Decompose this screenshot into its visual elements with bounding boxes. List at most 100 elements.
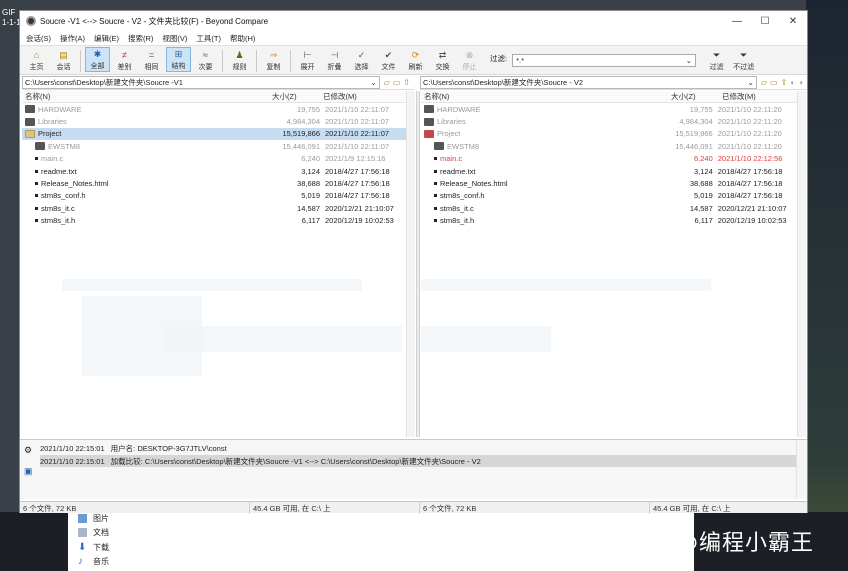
- filter-input[interactable]: *.* ⌄: [512, 54, 697, 67]
- file-row[interactable]: Project 15,519,866 2021/1/10 22:11:07: [22, 127, 406, 141]
- up-folder-icon[interactable]: ⇧: [781, 78, 788, 87]
- file-name: stm8s_conf.h: [440, 191, 485, 201]
- left-path-input[interactable]: C:\Users\const\Desktop\新建文件夹\Soucre -V1 ⌄: [22, 75, 380, 89]
- browse-folder-icon[interactable]: ▱: [761, 78, 767, 87]
- rules-button[interactable]: ♟ 规则: [227, 49, 252, 72]
- files-label: 文件: [381, 64, 396, 71]
- file-row[interactable]: Libraries 4,984,304 2021/1/10 22:11:20: [421, 115, 797, 127]
- minor-button[interactable]: ≈ 次要: [193, 49, 218, 72]
- file-row[interactable]: Libraries 4,984,304 2021/1/10 22:11:07: [22, 115, 406, 127]
- stop-button[interactable]: ⊗ 停止: [457, 49, 482, 72]
- chevron-down-icon[interactable]: ⌄: [370, 78, 376, 87]
- open-folder-icon[interactable]: ▭: [770, 78, 778, 87]
- log-scrollbar[interactable]: [796, 440, 805, 499]
- menu-view[interactable]: 视图(V): [162, 33, 187, 44]
- menu-tools[interactable]: 工具(T): [196, 33, 221, 44]
- copy-button[interactable]: ⇒ 复制: [261, 49, 286, 72]
- file-row[interactable]: stm8s_conf.h 5,019 2018/4/27 17:56:18: [22, 190, 406, 202]
- save-icon[interactable]: ▣: [24, 466, 36, 477]
- menu-search[interactable]: 搜索(R): [128, 33, 153, 44]
- file-row[interactable]: Release_Notes.html 38,688 2018/4/27 17:56:…: [22, 177, 406, 189]
- nav-back-icon[interactable]: ◐: [790, 78, 795, 87]
- file-row[interactable]: HARDWARE 19,755 2021/1/10 22:11:20: [421, 103, 797, 115]
- maximize-button[interactable]: ☐: [751, 11, 779, 31]
- filter-button[interactable]: ⏷ 过滤: [704, 49, 729, 72]
- left-column-headers: 名称(N) 大小(Z) 已修改(M): [22, 91, 406, 103]
- refresh-button[interactable]: ⟳ 刷新: [403, 49, 428, 72]
- show-same-button[interactable]: = 相同: [139, 49, 164, 72]
- browse-folder-icon[interactable]: ▱: [384, 78, 390, 87]
- title-bar[interactable]: Soucre -V1 <--> Soucre - V2 - 文件夹比较(F) -…: [20, 11, 807, 31]
- structure-button[interactable]: ⊞ 结构: [166, 47, 191, 72]
- open-folder-icon[interactable]: ▭: [393, 78, 401, 87]
- file-row[interactable]: main.c 6,240 2021/1/9 12:15:16: [22, 153, 406, 165]
- file-row[interactable]: stm8s_it.c 14,587 2020/12/21 21:10:07: [421, 202, 797, 214]
- nav-forward-icon[interactable]: ◑: [798, 78, 803, 87]
- expand-button[interactable]: ⊢ 展开: [295, 49, 320, 72]
- explorer-item-label: 音乐: [93, 556, 109, 566]
- file-row[interactable]: readme.txt 3,124 2018/4/27 17:56:18: [22, 165, 406, 177]
- file-row[interactable]: Project 15,519,866 2021/1/10 22:11:20: [421, 128, 797, 140]
- menu-help[interactable]: 帮助(H): [230, 33, 255, 44]
- column-name-header[interactable]: 名称(N): [22, 91, 272, 102]
- log-entry[interactable]: 2021/1/10 22:15:01 用户名: DESKTOP-3G7JTLV\…: [40, 442, 227, 454]
- minimize-button[interactable]: —: [723, 11, 751, 31]
- close-button[interactable]: ✕: [779, 11, 807, 31]
- folder-icon: [424, 129, 434, 138]
- chevron-down-icon[interactable]: ⌄: [748, 78, 754, 87]
- file-size: 38,688: [689, 179, 713, 189]
- file-row[interactable]: stm8s_it.h 6,117 2020/12/19 10:02:53: [421, 215, 797, 227]
- collapse-label: 折叠: [327, 64, 342, 71]
- left-path-bar: C:\Users\const\Desktop\新建文件夹\Soucre -V1 ⌄…: [22, 75, 414, 90]
- column-name-header[interactable]: 名称(N): [421, 91, 671, 102]
- pane-divider[interactable]: [416, 91, 420, 437]
- swap-button[interactable]: ⇄ 交换: [430, 49, 455, 72]
- log-icons: ⚙ ▣: [24, 445, 36, 477]
- column-size-header[interactable]: 大小(Z): [272, 91, 320, 102]
- file-row[interactable]: stm8s_it.c 14,587 2020/12/21 21:10:07: [22, 202, 406, 214]
- menu-actions[interactable]: 操作(A): [60, 33, 85, 44]
- file-row[interactable]: EWSTM8 15,446,091 2021/1/10 22:11:07: [22, 140, 406, 152]
- minor-label: 次要: [198, 64, 213, 71]
- up-folder-icon[interactable]: ⇧: [403, 78, 410, 87]
- explorer-item-documents[interactable]: 文档: [78, 525, 109, 539]
- file-row[interactable]: stm8s_it.h 6,117 2020/12/19 10:02:53: [22, 215, 406, 227]
- explorer-item-music[interactable]: ♪ 音乐: [78, 554, 109, 568]
- left-scrollbar[interactable]: [406, 91, 415, 437]
- files-button[interactable]: ✔ 文件: [376, 49, 401, 72]
- column-date-header[interactable]: 已修改(M): [719, 91, 797, 102]
- session-button[interactable]: ▤ 会话: [51, 49, 76, 72]
- right-path-input[interactable]: C:\Users\const\Desktop\新建文件夹\Soucre - V2…: [420, 75, 757, 89]
- file-row[interactable]: main.c 6,240 2021/1/10 22:12:56: [421, 153, 797, 165]
- nofilter-button[interactable]: ⏷ 不过滤: [731, 49, 756, 72]
- show-all-button[interactable]: ✱ 全部: [85, 47, 110, 72]
- file-icon: [434, 182, 437, 186]
- gear-icon[interactable]: ⚙: [24, 445, 36, 456]
- select-label: 选择: [354, 64, 369, 71]
- home-button[interactable]: ⌂ 主页: [24, 49, 49, 72]
- right-scrollbar[interactable]: [797, 91, 806, 437]
- file-row[interactable]: readme.txt 3,124 2018/4/27 17:56:18: [421, 165, 797, 177]
- rules-icon: ♟: [235, 49, 244, 60]
- file-name-cell: Project: [22, 129, 272, 138]
- chevron-down-icon[interactable]: ⌄: [686, 56, 692, 65]
- select-button[interactable]: ✓ 选择: [349, 49, 374, 72]
- menu-bar: 会话(S) 操作(A) 编辑(E) 搜索(R) 视图(V) 工具(T) 帮助(H…: [20, 31, 807, 45]
- file-size: 3,124: [301, 166, 320, 176]
- collapse-button[interactable]: ⊣ 折叠: [322, 49, 347, 72]
- menu-session[interactable]: 会话(S): [26, 33, 51, 44]
- file-row[interactable]: HARDWARE 19,755 2021/1/10 22:11:07: [22, 103, 406, 115]
- file-row[interactable]: EWSTM8 15,446,091 2021/1/10 22:11:20: [421, 140, 797, 152]
- column-size-header[interactable]: 大小(Z): [671, 91, 719, 102]
- file-date: 2021/1/10 22:11:20: [717, 117, 782, 127]
- explorer-item-downloads[interactable]: ⬇ 下载: [78, 540, 109, 554]
- file-name-cell: Libraries: [421, 117, 666, 126]
- show-diff-button[interactable]: ≠ 差别: [112, 49, 137, 72]
- file-row[interactable]: stm8s_conf.h 5,019 2018/4/27 17:56:18: [421, 190, 797, 202]
- log-panel: ⚙ ▣ 2021/1/10 22:15:01 用户名: DESKTOP-3G7J…: [20, 439, 807, 499]
- column-date-header[interactable]: 已修改(M): [320, 91, 406, 102]
- menu-edit[interactable]: 编辑(E): [94, 33, 119, 44]
- file-name: Project: [38, 129, 62, 139]
- file-row[interactable]: Release_Notes.html 38,688 2018/4/27 17:56:…: [421, 177, 797, 189]
- log-entry-selected[interactable]: 2021/1/10 22:15:01 加载比较: C:\Users\const\…: [40, 455, 796, 467]
